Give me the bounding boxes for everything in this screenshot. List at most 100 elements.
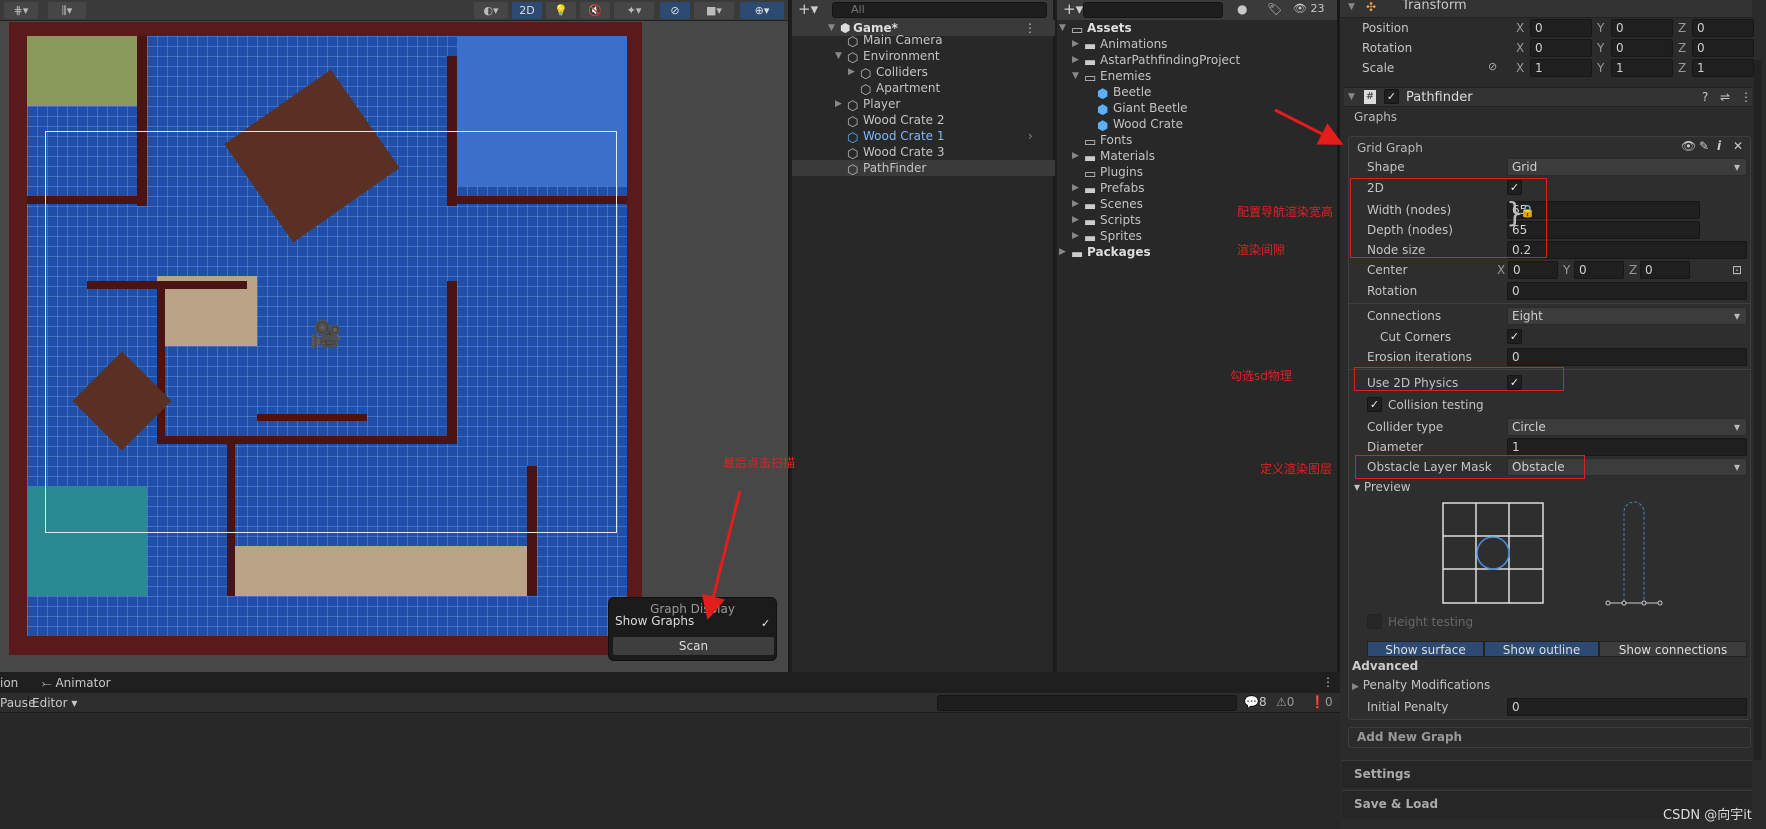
preview-foldout[interactable]: ▾ Preview (1354, 477, 1411, 497)
scale-z-input[interactable]: 1 (1692, 59, 1754, 77)
hierarchy-item[interactable]: ⬡ Wood Crate 1 › (792, 128, 1055, 145)
center-y-input[interactable]: 0 (1574, 261, 1624, 279)
shading-mode-icon[interactable]: ◐▾ (474, 2, 508, 19)
hierarchy-item[interactable]: ▶ ⬡ Player (792, 96, 1055, 113)
fold-closed-icon[interactable]: ▶ (1072, 180, 1079, 196)
fold-closed-icon[interactable]: ▶ (1072, 228, 1079, 244)
project-item[interactable]: ⬢ Beetle (1057, 84, 1337, 101)
hierarchy-item[interactable]: ⬡ Main Camera (792, 32, 1055, 49)
rotation-y-input[interactable]: 0 (1611, 39, 1673, 57)
visibility-eye-icon[interactable]: 👁 (1681, 139, 1696, 153)
fold-closed-icon[interactable]: ▶ (1072, 36, 1079, 52)
fold-closed-icon[interactable]: ▶ (1352, 682, 1359, 692)
fold-closed-icon[interactable]: ▶ (835, 96, 842, 112)
hierarchy-search-input[interactable]: All (832, 2, 1047, 18)
fold-closed-icon[interactable]: ▶ (1072, 196, 1079, 212)
connections-dropdown[interactable]: Eight (1507, 307, 1747, 325)
2d-toggle-button[interactable]: 2D (512, 2, 542, 19)
center-z-input[interactable]: 0 (1640, 261, 1690, 279)
fold-closed-icon[interactable]: ▶ (848, 64, 855, 80)
tab-animation[interactable]: ion (0, 676, 18, 690)
scale-y-input[interactable]: 1 (1611, 59, 1673, 77)
add-new-graph-button[interactable]: Add New Graph (1348, 727, 1751, 748)
chevron-right-icon[interactable]: › (1028, 128, 1033, 144)
project-item[interactable]: ▼ ▭ Assets (1057, 20, 1337, 37)
position-z-input[interactable]: 0 (1692, 19, 1754, 37)
project-item[interactable]: ▶ ▬ Prefabs (1057, 180, 1337, 197)
rotation-x-input[interactable]: 0 (1530, 39, 1592, 57)
hierarchy-item[interactable]: ▶ ⬡ Colliders (792, 64, 1055, 81)
hidden-objects-icon[interactable]: ⊘ (660, 2, 690, 19)
camera-gizmo-icon[interactable]: 🎥 (310, 320, 342, 350)
presets-icon[interactable]: ⇌ (1720, 90, 1730, 104)
kebab-menu-icon[interactable]: ⋮ (1740, 90, 1752, 104)
center-x-input[interactable]: 0 (1508, 261, 1558, 279)
project-item[interactable]: ▭ Plugins (1057, 164, 1337, 181)
show-surface-toggle[interactable]: Show surface (1367, 641, 1484, 657)
diameter-input[interactable]: 1 (1507, 438, 1747, 456)
camera-icon[interactable]: ■▾ (694, 2, 734, 19)
transform-header[interactable]: ▼ ✣ Transform (1340, 0, 1752, 18)
fold-closed-icon[interactable]: ▶ (1059, 244, 1066, 260)
error-count-toggle[interactable]: ❗0 (1310, 695, 1333, 709)
height-testing-checkbox[interactable] (1367, 614, 1382, 629)
scene-view[interactable]: ⋕▾ ⫼▾ ◐▾ 2D 💡 🔇 ✦▾ ⊘ ■▾ ⊕▾ 🎥 Graph Displ… (0, 0, 790, 672)
log-count-toggle[interactable]: 💬8 (1244, 695, 1267, 709)
project-item[interactable]: ▶ ▬ Sprites (1057, 228, 1337, 245)
collider-type-dropdown[interactable]: Circle (1507, 418, 1747, 436)
fold-closed-icon[interactable]: ▶ (1072, 212, 1079, 228)
position-y-input[interactable]: 0 (1611, 19, 1673, 37)
kebab-menu-icon[interactable]: ⋮ (1322, 675, 1334, 689)
erosion-iterations-input[interactable]: 0 (1507, 348, 1747, 366)
initial-penalty-input[interactable]: 0 (1507, 698, 1747, 716)
close-icon[interactable]: ✕ (1733, 139, 1743, 153)
project-item[interactable]: ⬢ Giant Beetle (1057, 100, 1337, 117)
snap-center-icon[interactable]: ⊡ (1732, 260, 1742, 280)
show-graphs-checkbox[interactable]: ✓ (761, 617, 770, 630)
fold-open-icon[interactable]: ▼ (1059, 20, 1066, 36)
filter-type-icon[interactable]: ● (1237, 2, 1247, 16)
position-x-input[interactable]: 0 (1530, 19, 1592, 37)
fold-open-icon[interactable]: ▼ (1072, 68, 1079, 84)
effects-icon[interactable]: ✦▾ (614, 2, 654, 19)
pathfinder-enabled-checkbox[interactable]: ✓ (1384, 89, 1399, 104)
fold-open-icon[interactable]: ▼ (835, 48, 842, 64)
grid-snap-icon[interactable]: ⋕▾ (4, 2, 38, 19)
penalty-modifications-foldout[interactable]: ▶ Penalty Modifications (1352, 678, 1490, 692)
help-icon[interactable]: ? (1702, 90, 1708, 104)
show-connections-toggle[interactable]: Show connections (1599, 641, 1747, 657)
shape-dropdown[interactable]: Grid (1507, 158, 1747, 176)
editor-dropdown[interactable]: Editor ▾ (28, 696, 77, 710)
cut-corners-checkbox[interactable]: ✓ (1507, 329, 1522, 344)
project-item[interactable]: ⬢ Wood Crate (1057, 116, 1337, 133)
audio-icon[interactable]: 🔇 (580, 2, 610, 19)
edit-pencil-icon[interactable]: ✎ (1699, 139, 1709, 153)
project-item[interactable]: ▶ ▬ Animations (1057, 36, 1337, 53)
gizmos-icon[interactable]: ⊕▾ (740, 2, 784, 19)
lighting-icon[interactable]: 💡 (546, 2, 576, 19)
hierarchy-item[interactable]: ▼ ⬡ Environment (792, 48, 1055, 65)
settings-section[interactable]: Settings (1342, 760, 1752, 788)
rotation-z-input[interactable]: 0 (1692, 39, 1754, 57)
hierarchy-item[interactable]: ⬡ PathFinder (792, 160, 1055, 177)
hierarchy-item[interactable]: ⬡ Wood Crate 3 (792, 144, 1055, 161)
info-icon[interactable]: i (1717, 139, 1721, 153)
fold-open-icon[interactable]: ▼ (1348, 2, 1355, 12)
console-search-input[interactable] (937, 695, 1237, 711)
inspector-scrollbar[interactable] (1754, 60, 1762, 760)
project-item[interactable]: ▶ ▬ Materials (1057, 148, 1337, 165)
hidden-packages-icon[interactable]: 👁 23 (1293, 2, 1324, 15)
warning-count-toggle[interactable]: ⚠0 (1276, 695, 1294, 709)
project-item[interactable]: ▭ Fonts (1057, 132, 1337, 149)
fold-open-icon[interactable]: ▼ (1348, 92, 1355, 102)
hierarchy-item[interactable]: ⬡ Apartment (792, 80, 1055, 97)
show-outline-toggle[interactable]: Show outline (1484, 641, 1599, 657)
create-button[interactable]: +▾ (798, 0, 818, 18)
project-search-input[interactable] (1083, 2, 1223, 18)
fold-closed-icon[interactable]: ▶ (1072, 52, 1079, 68)
scan-button[interactable]: Scan (613, 637, 774, 655)
increment-snap-icon[interactable]: ⫼▾ (48, 2, 86, 19)
tab-animator[interactable]: ⤚ Animator (42, 676, 111, 691)
project-item[interactable]: ▶ ▬ AstarPathfindingProject (1057, 52, 1337, 69)
scale-x-input[interactable]: 1 (1530, 59, 1592, 77)
